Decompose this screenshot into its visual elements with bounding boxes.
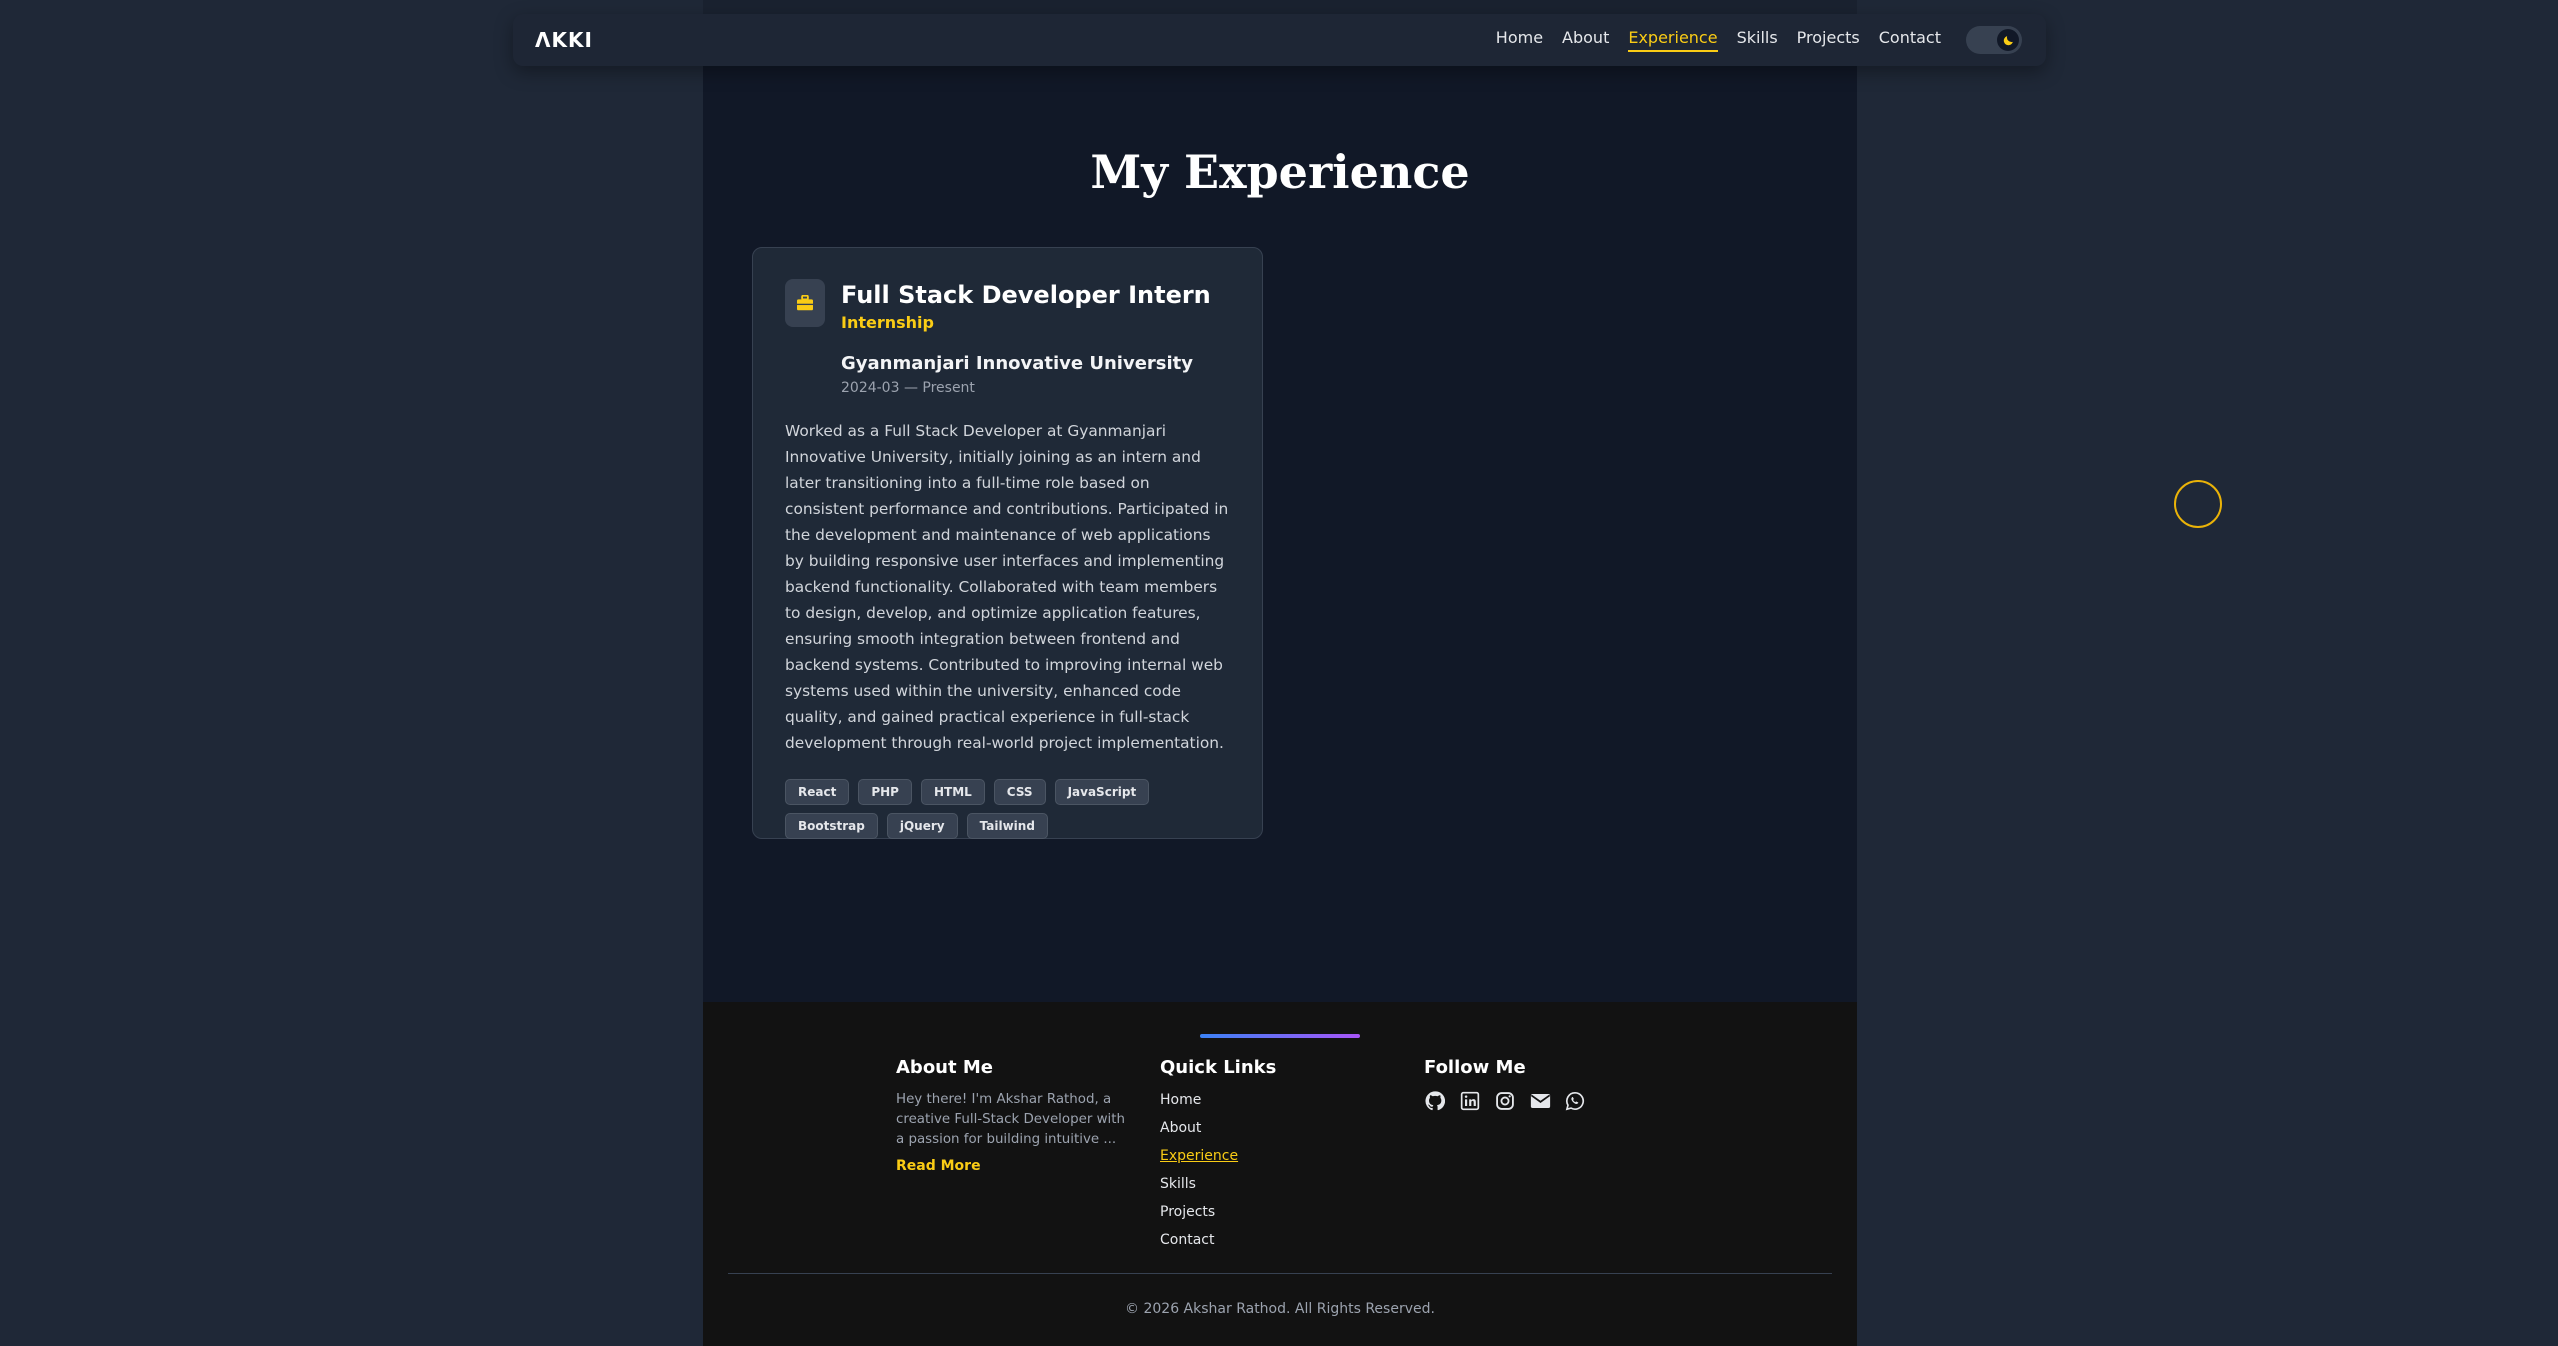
nav-link-experience[interactable]: Experience [1628,28,1718,52]
footer: About Me Hey there! I'm Akshar Rathod, a… [703,1002,1857,1346]
quick-link-contact[interactable]: Contact [1160,1230,1276,1258]
tag-bootstrap: Bootstrap [785,813,878,839]
tag-javascript: JavaScript [1054,779,1150,805]
footer-follow: Follow Me [1424,1057,1586,1112]
nav-link-about[interactable]: About [1562,28,1609,52]
github-icon[interactable] [1424,1090,1446,1112]
tag-css: CSS [993,779,1046,805]
cursor-ring [2174,480,2222,528]
footer-about-text: Hey there! I'm Akshar Rathod, a creative… [896,1092,1126,1147]
tag-php: PHP [858,779,912,805]
footer-quick-links: Quick Links Home About Experience Skills… [1160,1057,1276,1258]
quick-link-projects[interactable]: Projects [1160,1202,1276,1230]
email-icon[interactable] [1529,1090,1551,1112]
footer-about-heading: About Me [896,1057,993,1078]
nav-link-projects[interactable]: Projects [1797,28,1860,52]
footer-quick-links-heading: Quick Links [1160,1057,1277,1078]
column-top-bar [703,0,1857,14]
experience-titles: Full Stack Developer Intern Internship G… [841,279,1211,396]
moon-icon [2003,35,2013,45]
site-logo[interactable]: ΛKKI [535,28,593,52]
nav-links: Home About Experience Skills Projects Co… [1496,26,2022,54]
whatsapp-icon[interactable] [1564,1090,1586,1112]
tag-tailwind: Tailwind [966,813,1048,839]
job-description: Worked as a Full Stack Developer at Gyan… [785,422,1229,752]
page-title: My Experience [1090,145,1470,199]
footer-follow-heading: Follow Me [1424,1057,1526,1078]
job-dates: 2024-03 — Present [841,380,975,396]
social-icons [1424,1090,1586,1112]
quick-links-list: Home About Experience Skills Projects Co… [1160,1090,1276,1258]
job-type: Internship [841,313,934,332]
nav-link-home[interactable]: Home [1496,28,1543,52]
quick-link-home[interactable]: Home [1160,1090,1276,1118]
instagram-icon[interactable] [1494,1090,1516,1112]
experience-card-header: Full Stack Developer Intern Internship G… [785,279,1230,396]
read-more-link[interactable]: Read More [896,1158,981,1174]
quick-link-experience[interactable]: Experience [1160,1146,1276,1174]
briefcase-icon-box [785,279,825,327]
nav-link-skills[interactable]: Skills [1737,28,1778,52]
navbar: ΛKKI Home About Experience Skills Projec… [513,14,2046,66]
experience-card: Full Stack Developer Intern Internship G… [752,247,1263,839]
company-name: Gyanmanjari Innovative University [841,353,1194,374]
footer-gradient-line [1200,1034,1360,1038]
quick-link-skills[interactable]: Skills [1160,1174,1276,1202]
briefcase-icon [797,295,813,311]
tag-html: HTML [920,779,985,805]
footer-divider [728,1273,1832,1274]
theme-toggle[interactable] [1966,26,2022,54]
linkedin-icon[interactable] [1459,1090,1481,1112]
footer-about: About Me Hey there! I'm Akshar Rathod, a… [896,1057,1126,1174]
tag-react: React [785,779,850,805]
nav-link-contact[interactable]: Contact [1879,28,1941,52]
tech-tags: React PHP HTML CSS JavaScript Bootstrap … [785,779,1235,839]
tag-jquery: jQuery [886,813,958,839]
quick-link-about[interactable]: About [1160,1118,1276,1146]
job-title: Full Stack Developer Intern [841,281,1211,309]
theme-toggle-knob [1997,29,2019,51]
copyright-text: © 2026 Akshar Rathod. All Rights Reserve… [1125,1301,1435,1317]
